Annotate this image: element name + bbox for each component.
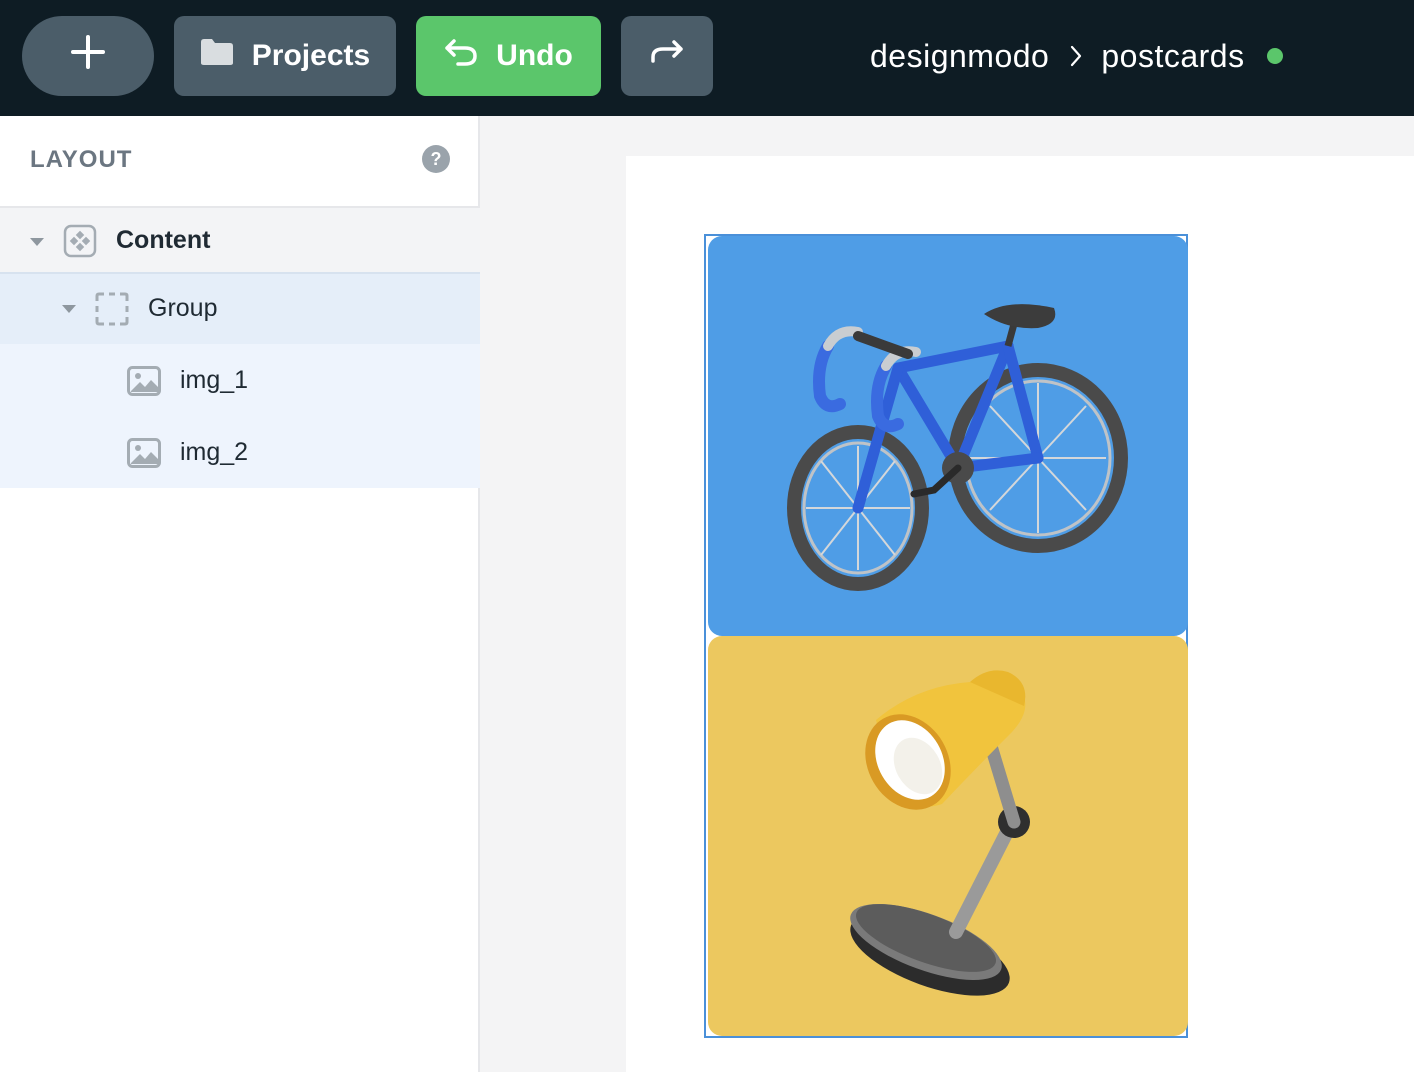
group-frame-icon	[95, 292, 129, 333]
undo-button[interactable]: Undo	[416, 16, 601, 96]
caret-down-icon[interactable]	[30, 238, 44, 246]
layout-panel-header: LAYOUT ?	[0, 116, 480, 208]
top-toolbar: Projects Undo designmodo postcards	[0, 0, 1414, 116]
image-icon	[127, 366, 161, 403]
undo-arrow-icon	[444, 37, 478, 75]
tree-label-group: Group	[148, 294, 218, 322]
tree-label-img-2: img_2	[180, 438, 249, 466]
breadcrumb-project[interactable]: postcards	[1101, 38, 1244, 75]
desk-lamp-illustration	[850, 670, 1030, 996]
tree-label-img-1: img_1	[180, 366, 249, 394]
projects-button[interactable]: Projects	[174, 16, 396, 96]
chevron-right-icon	[1069, 44, 1083, 68]
bicycle-illustration	[787, 304, 1128, 591]
design-canvas[interactable]	[482, 116, 1414, 1072]
component-icon	[63, 224, 97, 265]
tree-item-img-1[interactable]: img_1	[0, 344, 480, 416]
projects-label: Projects	[251, 39, 371, 72]
panel-title: LAYOUT	[30, 146, 133, 173]
layout-sidebar: LAYOUT ? Content Group img_1 img_2	[0, 116, 480, 1072]
img-1-card[interactable]	[708, 236, 1188, 636]
img-2-card[interactable]	[708, 636, 1188, 1036]
help-icon[interactable]: ?	[422, 145, 450, 173]
plus-icon	[70, 34, 106, 78]
redo-arrow-icon	[650, 37, 684, 75]
undo-label: Undo	[496, 39, 573, 72]
tree-item-content[interactable]: Content	[0, 208, 480, 274]
redo-button[interactable]	[621, 16, 713, 96]
breadcrumb: designmodo postcards	[870, 30, 1283, 82]
folder-icon	[200, 38, 234, 74]
tree-label-content: Content	[116, 226, 211, 254]
caret-down-icon[interactable]	[62, 305, 76, 313]
tree-item-group[interactable]: Group	[0, 274, 480, 344]
canvas-page	[626, 156, 1414, 1072]
breadcrumb-workspace[interactable]: designmodo	[870, 38, 1049, 75]
tree-item-img-2[interactable]: img_2	[0, 416, 480, 488]
status-dot	[1266, 48, 1283, 64]
group-selection[interactable]	[704, 234, 1188, 1038]
add-button[interactable]	[22, 16, 154, 96]
image-icon	[127, 438, 161, 475]
